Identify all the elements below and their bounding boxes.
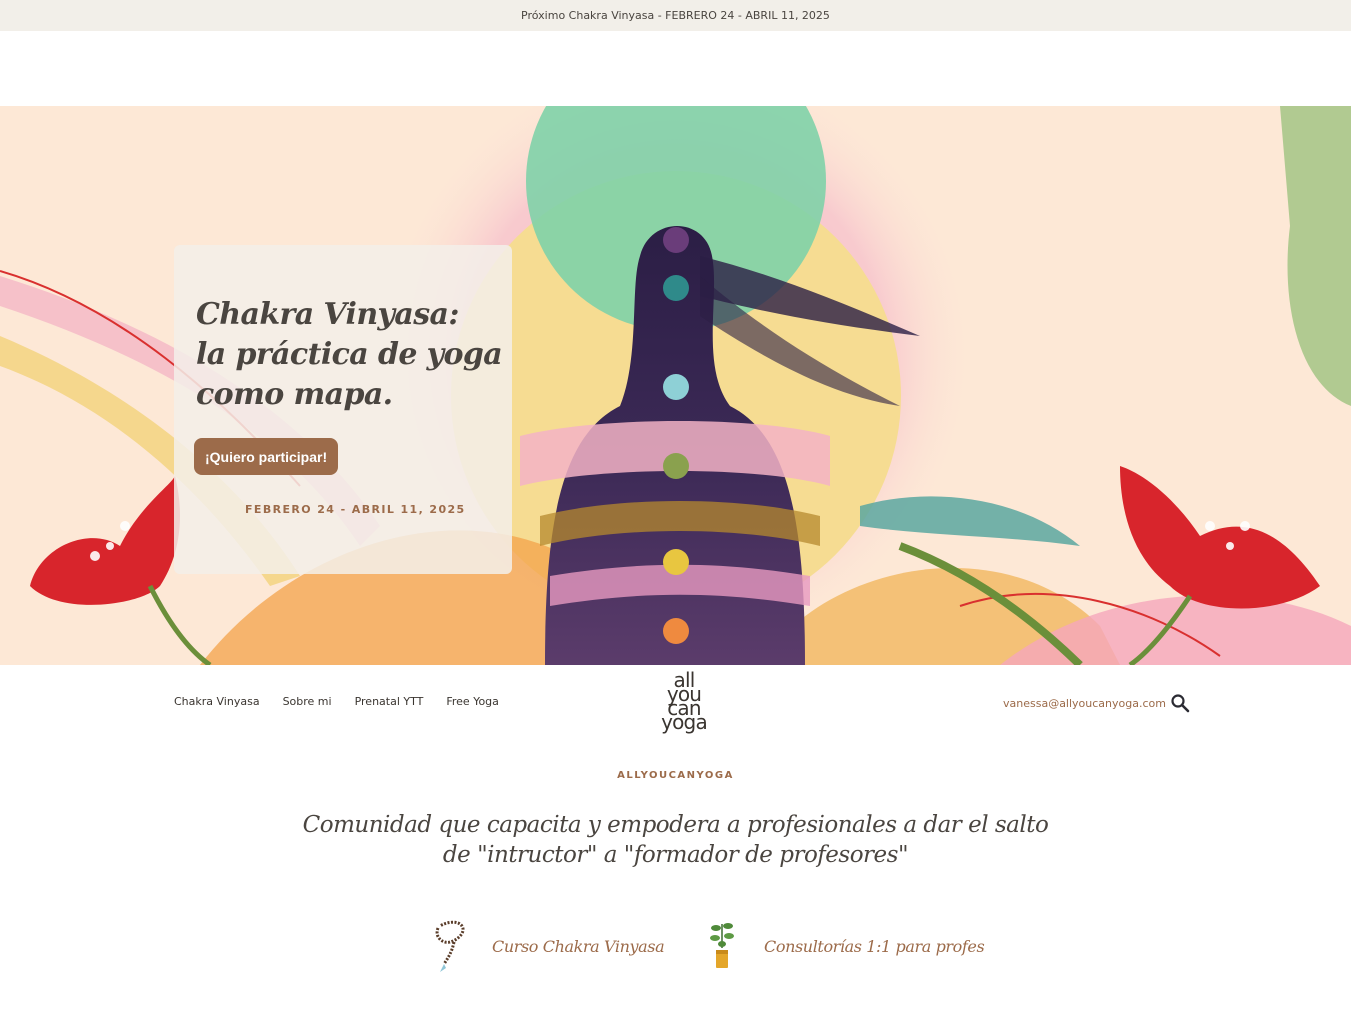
join-button[interactable]: ¡Quiero participar! — [194, 438, 339, 475]
mala-beads-icon — [435, 920, 465, 972]
hero-title-line: la práctica de yoga — [196, 337, 503, 372]
hero-banner: Chakra Vinyasa: la práctica de yoga como… — [0, 106, 1351, 665]
announcement-bar: Próximo Chakra Vinyasa - FEBRERO 24 - AB… — [0, 0, 1351, 31]
nav-link-sobre-mi[interactable]: Sobre mi — [283, 695, 332, 708]
nav-link-prenatal-ytt[interactable]: Prenatal YTT — [355, 695, 424, 708]
nav-link-free-yoga[interactable]: Free Yoga — [446, 695, 499, 708]
main-nav: Chakra Vinyasa Sobre mi Prenatal YTT Fre… — [0, 665, 1351, 743]
hero-title-line: Chakra Vinyasa: — [196, 297, 459, 332]
site-logo[interactable]: all you can yoga — [656, 670, 712, 734]
cta-label: Consultorías 1:1 para profes — [764, 936, 985, 956]
cta-curso-chakra-vinyasa[interactable]: Curso Chakra Vinyasa — [430, 918, 665, 974]
cta-consultorias[interactable]: Consultorías 1:1 para profes — [702, 918, 985, 974]
announcement-text: Próximo Chakra Vinyasa - FEBRERO 24 - AB… — [521, 9, 830, 22]
nav-links: Chakra Vinyasa Sobre mi Prenatal YTT Fre… — [174, 695, 522, 708]
nav-link-chakra-vinyasa[interactable]: Chakra Vinyasa — [174, 695, 260, 708]
logo-line: yoga — [661, 710, 708, 734]
section-kicker: ALLYOUCANYOGA — [617, 770, 734, 781]
search-icon[interactable] — [1170, 693, 1190, 713]
cta-label: Curso Chakra Vinyasa — [492, 936, 665, 956]
tagline: Comunidad que capacita y empodera a prof… — [302, 812, 1049, 868]
email-link[interactable]: vanessa@allyoucanyoga.com — [1003, 697, 1166, 710]
hero-card: Chakra Vinyasa: la práctica de yoga como… — [174, 245, 512, 574]
potted-plant-icon — [710, 923, 734, 968]
hero-dates: FEBRERO 24 - ABRIL 11, 2025 — [245, 503, 466, 516]
hero-title-line: como mapa. — [196, 377, 393, 412]
hero-title: Chakra Vinyasa: la práctica de yoga como… — [196, 295, 503, 415]
